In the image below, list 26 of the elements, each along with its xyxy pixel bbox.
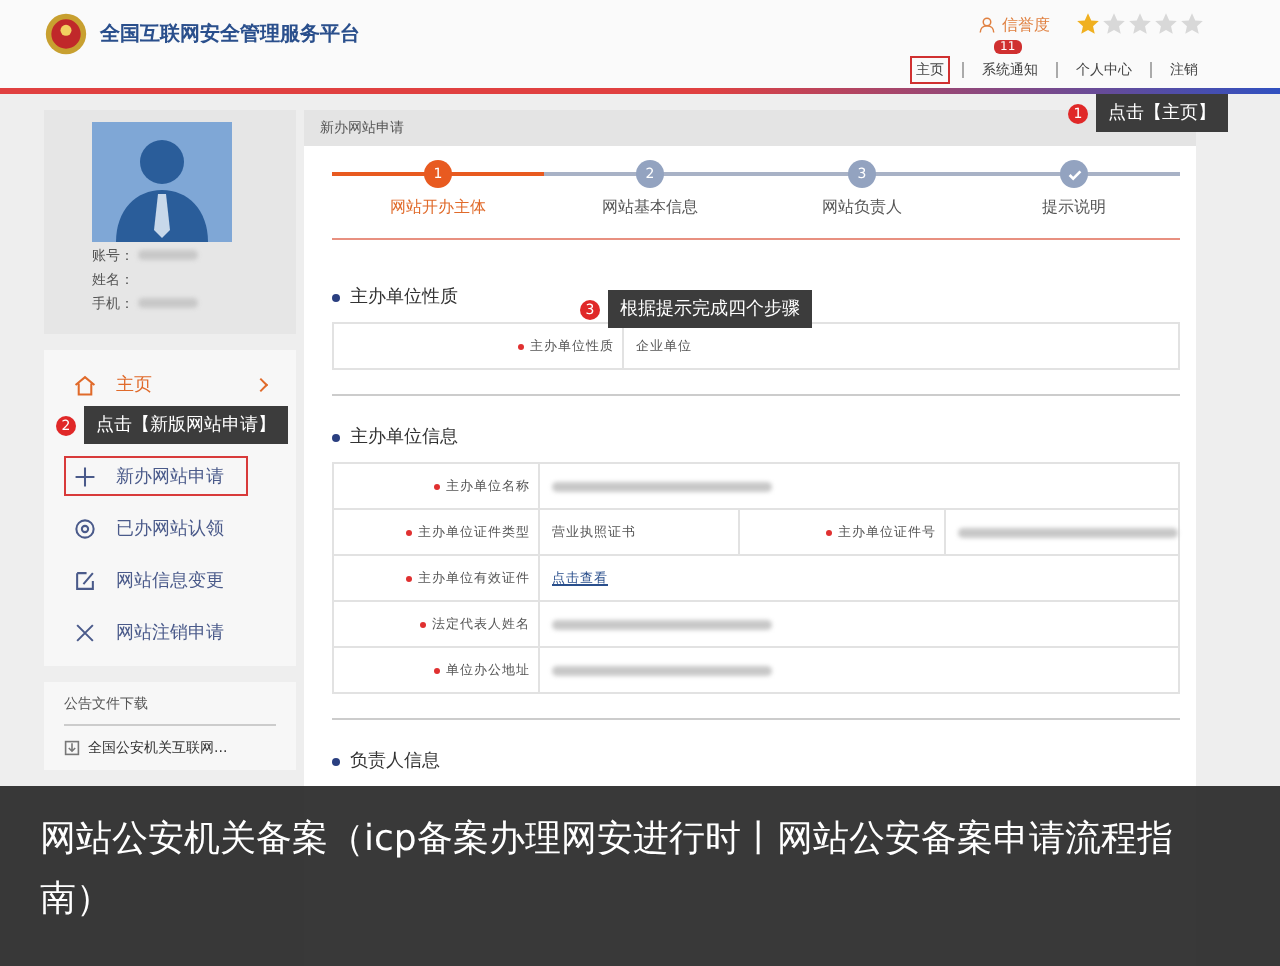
sidebar-menu-item[interactable]: 已办网站认领: [64, 508, 248, 548]
plus-icon: [74, 465, 96, 487]
step-label: 网站开办主体: [390, 196, 486, 218]
sidebar-menu-item[interactable]: 网站信息变更: [64, 560, 248, 600]
edit-icon: [74, 569, 96, 591]
close-icon: [74, 621, 96, 643]
callout-tooltip: 点击【新版网站申请】: [84, 406, 288, 444]
step-label: 提示说明: [1042, 196, 1106, 218]
check-icon: [1065, 165, 1083, 183]
caption-text: 网站公安机关备案（icp备案办理网安进行时丨网站公安备案申请流程指南）: [40, 816, 1175, 924]
avatar-silhouette: [92, 122, 232, 242]
emblem-icon: [44, 12, 88, 56]
site-title: 全国互联网安全管理服务平台: [100, 20, 360, 48]
callout-tooltip: 根据提示完成四个步骤: [608, 290, 812, 328]
sidebar-menu-item[interactable]: 网站注销申请: [64, 612, 248, 652]
at-sign-icon: [74, 517, 96, 539]
callout-tooltip: 点击【主页】: [1096, 94, 1228, 132]
sidebar-menu-item[interactable]: 新办网站申请: [64, 456, 248, 496]
section-heading: 主办单位信息: [332, 424, 1180, 450]
step-label: 网站负责人: [822, 196, 902, 218]
download-icon: [64, 740, 80, 756]
home-icon: [74, 373, 96, 395]
section-heading: 负责人信息: [332, 748, 1180, 774]
user-icon: [978, 15, 996, 33]
step-label: 网站基本信息: [602, 196, 698, 218]
credit-label: 信誉度: [1002, 13, 1050, 35]
